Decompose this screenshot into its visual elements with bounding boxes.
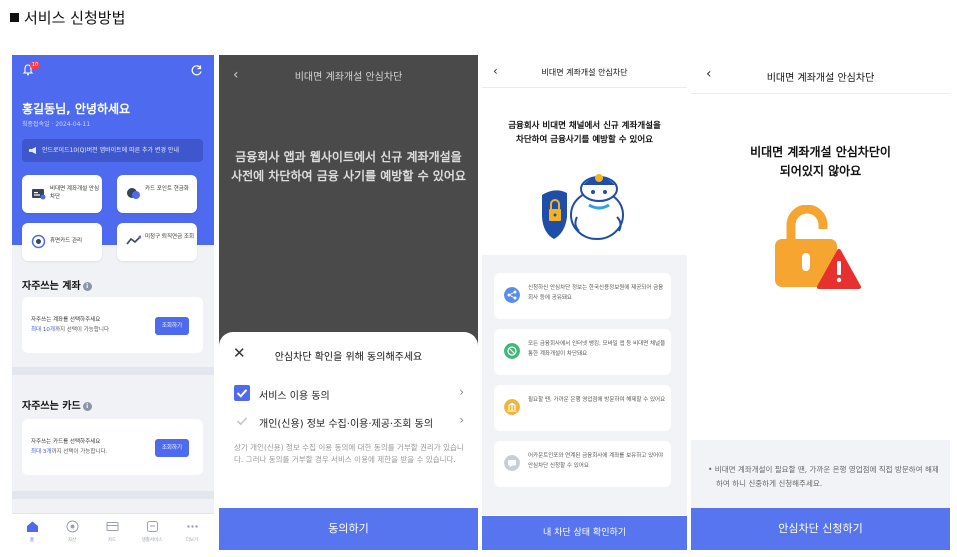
screen-not-registered: ‹ 비대면 계좌개설 안심차단 비대면 계좌개설 안심차단이 되어있지 않아요 … bbox=[691, 55, 950, 550]
nav-title: 비대면 계좌개설 안심차단 bbox=[541, 68, 628, 77]
cards-section-title: 자주쓰는 카드 i bbox=[22, 397, 92, 412]
screen-service-info: ‹ 비대면 계좌개설 안심차단 금융회사 비대면 채널에서 신규 계좌개설을 차… bbox=[482, 55, 687, 550]
consent-label: 서비스 이용 동의 bbox=[259, 391, 330, 402]
quick-menu-label: 비대면 계좌개설 안심차단 bbox=[50, 186, 100, 200]
page-heading: 서비스 신청방법 bbox=[10, 7, 125, 28]
apply-safe-block-button[interactable]: 안심차단 신청하기 bbox=[691, 508, 950, 550]
checkbox-unchecked-icon[interactable] bbox=[234, 413, 250, 429]
section-divider bbox=[12, 491, 214, 499]
quick-menu-card-point[interactable]: 카드 포인트 현금화 bbox=[117, 175, 197, 213]
quick-menu-label: 휴면카드 관리 bbox=[50, 238, 83, 244]
notice-text: • 비대면 계좌개설이 필요할 땐, 가까운 은행 영업점에 직접 방문하여 해… bbox=[708, 465, 939, 488]
refresh-icon[interactable] bbox=[190, 64, 203, 77]
last-login: 최종접속일 · 2024-04-11 bbox=[22, 121, 91, 128]
cards-card: 자주쓰는 카드를 선택하주세요 최대 3개까지 선택이 가능합니다. 조회하기 bbox=[22, 419, 203, 475]
screen-consent: ‹ 비대면 계좌개설 안심차단 금융회사 앱과 웹사이트에서 신규 계좌개설을 … bbox=[219, 55, 478, 550]
hero-text: 금융회사 비대면 채널에서 신규 계좌개설을 차단하여 금융사기를 예방할 수 … bbox=[508, 121, 661, 145]
cards-query-button[interactable]: 조회하기 bbox=[155, 439, 189, 457]
info-item-text: 어카운트인포와 연계된 금융회사에 계좌를 보유하고 있어야 안심차단 신청할 … bbox=[528, 453, 664, 469]
block-icon bbox=[504, 343, 520, 359]
consent-sheet: ✕ 안심차단 확인을 위해 동의해주세요 서비스 이용 동의 › 개인(신용) … bbox=[219, 332, 478, 550]
chevron-right-icon[interactable]: › bbox=[459, 385, 464, 399]
page-heading-text: 서비스 신청방법 bbox=[24, 9, 126, 27]
consent-row-personal-info[interactable]: 개인(신용) 정보 수집·이용·제공·조회 동의 › bbox=[234, 412, 464, 432]
accounts-query-button[interactable]: 조회하기 bbox=[155, 317, 189, 335]
consent-row-service[interactable]: 서비스 이용 동의 › bbox=[234, 384, 464, 404]
accounts-line2: 최대 10개까지 선택이 가능합니다 bbox=[31, 327, 110, 333]
home-icon bbox=[26, 521, 38, 532]
info-item: 신청하신 안심차단 정보는 한국신용정보원에 제공되어 금융회사 등에 공유돼요 bbox=[494, 273, 671, 319]
agree-button[interactable]: 동의하기 bbox=[219, 508, 478, 550]
quick-menu-label: 미청구 퇴직연금 조회 bbox=[145, 234, 195, 240]
info-item-text: 모든 금융회사에서 인터넷 뱅킹, 모바일 앱 등 비대면 채널을 통한 계좌개… bbox=[528, 341, 666, 357]
quick-menu-dormant-card[interactable]: 휴면카드 관리 bbox=[22, 223, 102, 261]
quick-menu-account-block[interactable]: 비대면 계좌개설 안심차단 bbox=[22, 175, 102, 213]
cards-line1: 자주쓰는 카드를 선택하주세요 bbox=[31, 439, 101, 445]
coin-icon bbox=[127, 188, 140, 199]
hero-text: 금융회사 앱과 웹사이트에서 신규 계좌개설을 사전에 차단하여 금융 사기를 … bbox=[231, 150, 466, 183]
more-icon bbox=[186, 525, 198, 528]
notice-banner[interactable]: 안드로이드10(Q)버전 앱바이트에 따른 추가 변경 안내 bbox=[22, 139, 203, 162]
chat-icon bbox=[504, 455, 520, 471]
square-bullet-icon bbox=[10, 13, 19, 22]
tab-card[interactable]: 카드 bbox=[92, 520, 132, 543]
quick-menu-label: 카드 포인트 현금화 bbox=[145, 186, 189, 192]
info-item: 필요할 땐, 가까운 은행 영업점에 방문하여 해제할 수 있어요 bbox=[494, 385, 671, 431]
nav-title: 비대면 계좌개설 안심차단 bbox=[294, 72, 403, 83]
check-status-button[interactable]: 내 차단 상태 확인하기 bbox=[482, 516, 687, 550]
assets-icon bbox=[66, 520, 78, 533]
cards-line2: 최대 3개까지 선택이 가능합니다. bbox=[31, 449, 108, 455]
info-item-text: 필요할 땐, 가까운 은행 영업점에 방문하여 해제할 수 있어요 bbox=[528, 397, 666, 403]
checkbox-checked-icon[interactable] bbox=[234, 385, 250, 401]
unlocked-warning-icon bbox=[775, 205, 861, 289]
accounts-card: 자주쓰는 계좌를 선택하주세요 최대 10개까지 선택이 가능합니다 조회하기 bbox=[22, 297, 203, 353]
notification-badge: 10 bbox=[30, 61, 40, 69]
section-divider bbox=[12, 367, 214, 375]
nav-divider bbox=[482, 87, 687, 88]
nav-divider bbox=[691, 93, 950, 94]
info-item: 어카운트인포와 연계된 금융회사에 계좌를 보유하고 있어야 안심차단 신청할 … bbox=[494, 441, 671, 487]
life-service-icon bbox=[146, 521, 158, 532]
hero-text: 비대면 계좌개설 안심차단이 되어있지 않아요 bbox=[750, 145, 891, 178]
accounts-line1: 자주쓰는 계좌를 선택하주세요 bbox=[31, 317, 101, 323]
megaphone-icon bbox=[29, 147, 36, 154]
greeting: 홍길동님, 안녕하세요 bbox=[22, 102, 131, 116]
consent-description: 상기 개인(신용) 정보 수집 이용 동의에 대한 동의를 거부할 권리가 있습… bbox=[234, 443, 464, 464]
info-item-text: 신청하신 안심차단 정보는 한국신용정보원에 제공되어 금융회사 등에 공유돼요 bbox=[528, 285, 664, 301]
pension-icon bbox=[126, 235, 141, 245]
chevron-right-icon[interactable]: › bbox=[459, 413, 464, 427]
tab-home[interactable]: 홈 bbox=[12, 520, 52, 543]
tab-life-service[interactable]: 생활서비스 bbox=[132, 520, 172, 543]
info-icon[interactable]: i bbox=[82, 402, 92, 411]
share-icon bbox=[504, 287, 520, 303]
accounts-section-title: 자주쓰는 계좌 i bbox=[22, 277, 92, 292]
mascot-shield-illustration bbox=[542, 174, 624, 240]
tab-assets[interactable]: 자산 bbox=[52, 520, 92, 543]
card-icon bbox=[106, 522, 118, 531]
nav-title: 비대면 계좌개설 안심차단 bbox=[766, 73, 875, 84]
info-list: 신청하신 안심차단 정보는 한국신용정보원에 제공되어 금융회사 등에 공유돼요… bbox=[482, 255, 687, 515]
info-icon[interactable]: i bbox=[82, 282, 92, 291]
sheet-title: 안심차단 확인을 위해 동의해주세요 bbox=[274, 352, 423, 363]
id-card-icon bbox=[32, 189, 46, 200]
info-item: 모든 금융회사에서 인터넷 뱅킹, 모바일 앱 등 비대면 채널을 통한 계좌개… bbox=[494, 329, 671, 375]
bank-icon bbox=[504, 399, 520, 415]
quick-menu-pension[interactable]: 미청구 퇴직연금 조회 bbox=[117, 223, 197, 261]
notice-text: 안드로이드10(Q)버전 앱바이트에 따른 추가 변경 안내 bbox=[42, 147, 179, 154]
tab-more[interactable]: 더보기 bbox=[172, 520, 212, 543]
bottom-tab-bar: 홈 자산 카드 생활서비스 더보기 bbox=[12, 513, 214, 550]
consent-label: 개인(신용) 정보 수집·이용·제공·조회 동의 bbox=[259, 419, 434, 430]
screen-home: 10 홍길동님, 안녕하세요 최종접속일 · 2024-04-11 안드로이드1… bbox=[12, 55, 214, 550]
card-manage-icon bbox=[31, 234, 46, 249]
